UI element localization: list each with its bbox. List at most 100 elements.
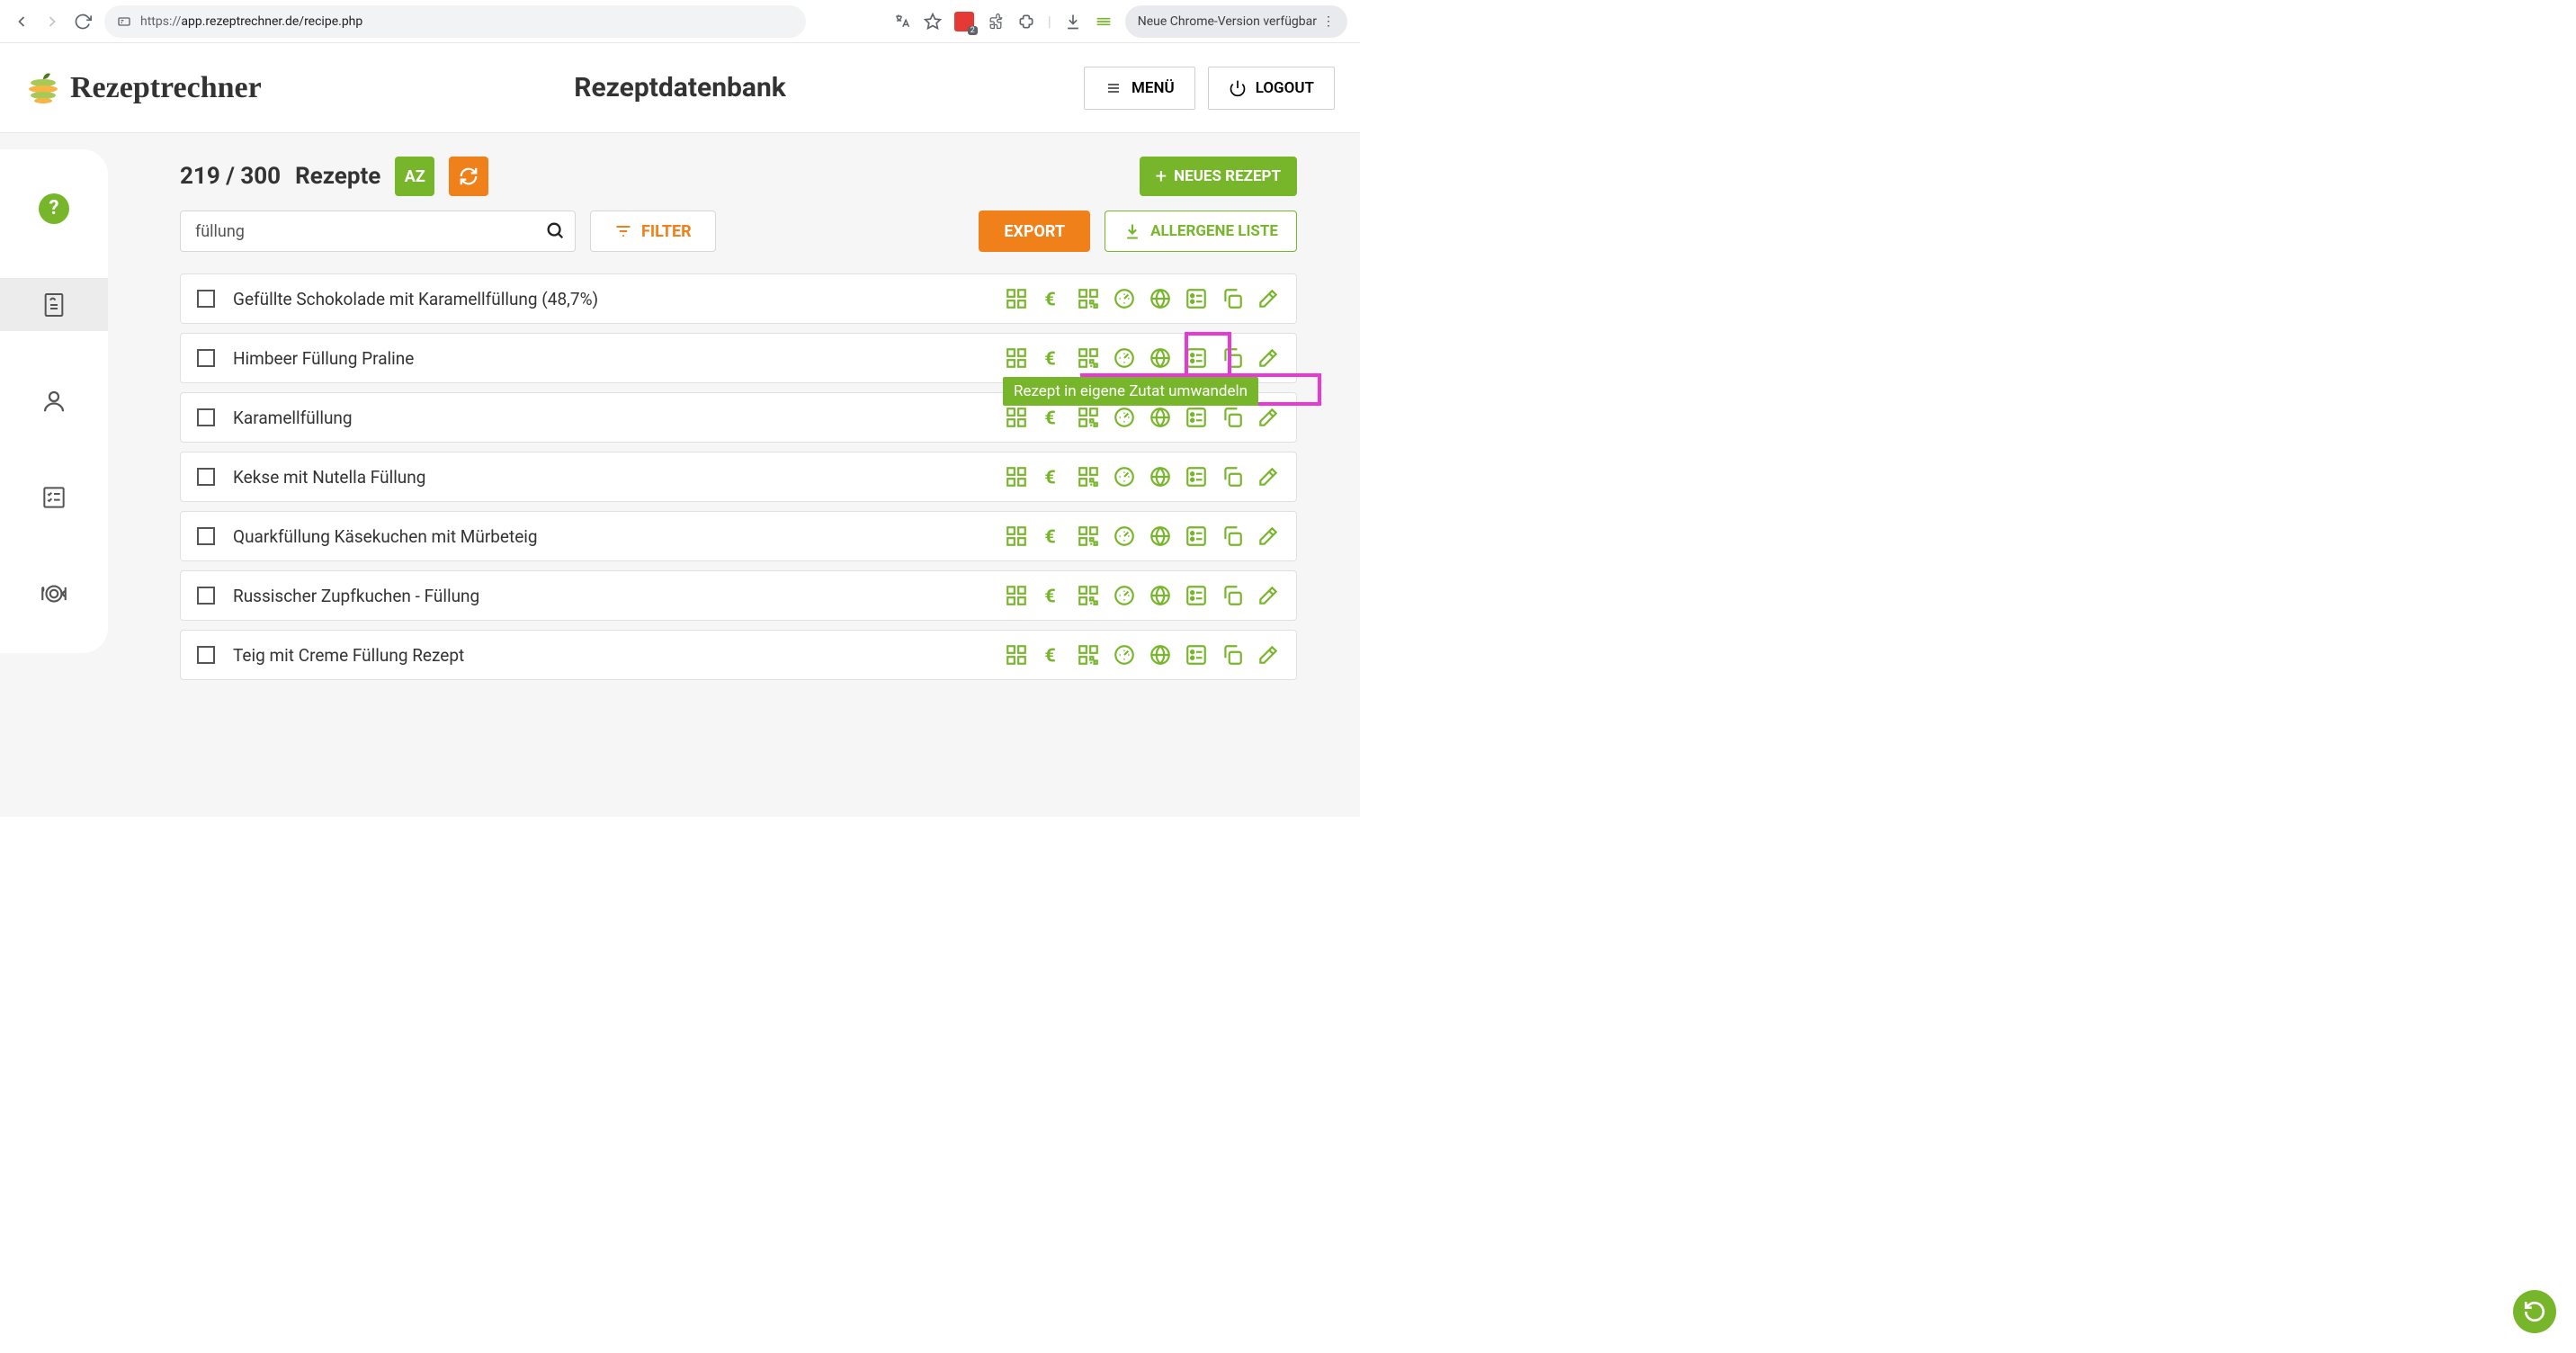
chrome-update-pill[interactable]: Neue Chrome-Version verfügbar ⋮ — [1125, 5, 1347, 38]
address-bar[interactable]: https://app.rezeptrechner.de/recipe.php — [104, 5, 806, 38]
globe-icon[interactable] — [1149, 287, 1172, 310]
globe-icon[interactable] — [1149, 406, 1172, 429]
globe-icon[interactable] — [1149, 524, 1172, 548]
grid-icon[interactable] — [1005, 346, 1028, 370]
menu-button[interactable]: MENÜ — [1084, 67, 1195, 110]
back-icon[interactable] — [13, 13, 31, 31]
meter-icon[interactable] — [1113, 643, 1136, 667]
copy-icon[interactable] — [1221, 465, 1244, 488]
recipe-row[interactable]: Quarkfüllung Käsekuchen mit Mürbeteig€ — [180, 511, 1297, 561]
fab-refresh[interactable] — [2513, 1290, 2556, 1333]
list-convert-icon[interactable] — [1185, 346, 1208, 370]
qr-icon[interactable] — [1077, 346, 1100, 370]
sidebar-item-lists[interactable] — [0, 471, 108, 524]
list-convert-icon[interactable] — [1185, 465, 1208, 488]
euro-icon[interactable]: € — [1041, 465, 1064, 488]
euro-icon[interactable]: € — [1041, 584, 1064, 607]
sidebar-item-help[interactable]: ? — [0, 182, 108, 235]
globe-icon[interactable] — [1149, 465, 1172, 488]
sidebar-item-account[interactable] — [0, 374, 108, 427]
copy-icon[interactable] — [1221, 287, 1244, 310]
recipe-row[interactable]: Gefüllte Schokolade mit Karamellfüllung … — [180, 273, 1297, 324]
copy-icon[interactable] — [1221, 524, 1244, 548]
qr-icon[interactable] — [1077, 584, 1100, 607]
logout-button[interactable]: LOGOUT — [1208, 67, 1335, 110]
list-convert-icon[interactable] — [1185, 406, 1208, 429]
edit-icon[interactable] — [1257, 346, 1280, 370]
site-settings-icon[interactable] — [117, 14, 131, 29]
globe-icon[interactable] — [1149, 346, 1172, 370]
qr-icon[interactable] — [1077, 287, 1100, 310]
search-icon[interactable] — [545, 220, 565, 240]
filter-button[interactable]: FILTER — [590, 211, 716, 252]
search-input[interactable] — [180, 211, 576, 252]
grid-icon[interactable] — [1005, 643, 1028, 667]
sidebar-item-meals[interactable] — [0, 568, 108, 621]
extension-badge[interactable] — [954, 12, 974, 31]
meter-icon[interactable] — [1113, 524, 1136, 548]
meter-icon[interactable] — [1113, 406, 1136, 429]
globe-icon[interactable] — [1149, 643, 1172, 667]
allergen-list-button[interactable]: ALLERGENE LISTE — [1105, 211, 1297, 252]
list-convert-icon[interactable] — [1185, 287, 1208, 310]
grid-icon[interactable] — [1005, 524, 1028, 548]
euro-icon[interactable]: € — [1041, 287, 1064, 310]
qr-icon[interactable] — [1077, 465, 1100, 488]
row-checkbox[interactable] — [197, 408, 215, 426]
export-button[interactable]: EXPORT — [979, 211, 1090, 252]
copy-icon[interactable] — [1221, 406, 1244, 429]
edit-icon[interactable] — [1257, 584, 1280, 607]
recipe-name: Teig mit Creme Füllung Rezept — [233, 645, 464, 666]
sidebar-item-recipes[interactable] — [0, 278, 108, 331]
globe-icon[interactable] — [1149, 584, 1172, 607]
recipe-row[interactable]: Teig mit Creme Füllung Rezept € — [180, 630, 1297, 680]
row-checkbox[interactable] — [197, 468, 215, 486]
euro-icon[interactable]: € — [1041, 346, 1064, 370]
refresh-button[interactable] — [449, 157, 488, 196]
list-convert-icon[interactable] — [1185, 643, 1208, 667]
list-convert-icon[interactable] — [1185, 524, 1208, 548]
recipe-row[interactable]: Russischer Zupfkuchen - Füllung€ — [180, 570, 1297, 621]
meter-icon[interactable] — [1113, 346, 1136, 370]
row-checkbox[interactable] — [197, 349, 215, 367]
edit-icon[interactable] — [1257, 465, 1280, 488]
edit-icon[interactable] — [1257, 643, 1280, 667]
meter-icon[interactable] — [1113, 465, 1136, 488]
edit-icon[interactable] — [1257, 287, 1280, 310]
forward-icon[interactable] — [43, 13, 61, 31]
grid-icon[interactable] — [1005, 465, 1028, 488]
row-checkbox[interactable] — [197, 527, 215, 545]
recipe-row[interactable]: Kekse mit Nutella Füllung€ — [180, 452, 1297, 502]
euro-icon[interactable]: € — [1041, 524, 1064, 548]
qr-icon[interactable] — [1077, 643, 1100, 667]
extensions-icon[interactable] — [987, 13, 1005, 31]
row-checkbox[interactable] — [197, 587, 215, 605]
grid-icon[interactable] — [1005, 287, 1028, 310]
list-convert-icon[interactable] — [1185, 584, 1208, 607]
edit-icon[interactable] — [1257, 524, 1280, 548]
sort-button[interactable]: AZ — [395, 157, 434, 196]
qr-icon[interactable] — [1077, 524, 1100, 548]
euro-icon[interactable]: € — [1041, 406, 1064, 429]
brand[interactable]: Rezeptrechner — [25, 70, 262, 106]
grid-icon[interactable] — [1005, 584, 1028, 607]
copy-icon[interactable] — [1221, 643, 1244, 667]
row-checkbox[interactable] — [197, 646, 215, 664]
translate-icon[interactable] — [893, 13, 911, 31]
reload-icon[interactable] — [74, 13, 92, 31]
qr-icon[interactable] — [1077, 406, 1100, 429]
puzzle-icon[interactable] — [1017, 13, 1035, 31]
grid-icon[interactable] — [1005, 406, 1028, 429]
new-recipe-button[interactable]: + NEUES REZEPT — [1140, 157, 1297, 196]
euro-icon[interactable]: € — [1041, 643, 1064, 667]
meter-icon[interactable] — [1113, 584, 1136, 607]
star-icon[interactable] — [924, 13, 942, 31]
recipe-row[interactable]: Himbeer Füllung Praline€Rezept in eigene… — [180, 333, 1297, 383]
copy-icon[interactable] — [1221, 584, 1244, 607]
app-ext-icon[interactable] — [1095, 13, 1113, 31]
row-checkbox[interactable] — [197, 290, 215, 308]
edit-icon[interactable] — [1257, 406, 1280, 429]
download-icon[interactable] — [1064, 13, 1082, 31]
copy-icon[interactable] — [1221, 346, 1244, 370]
meter-icon[interactable] — [1113, 287, 1136, 310]
